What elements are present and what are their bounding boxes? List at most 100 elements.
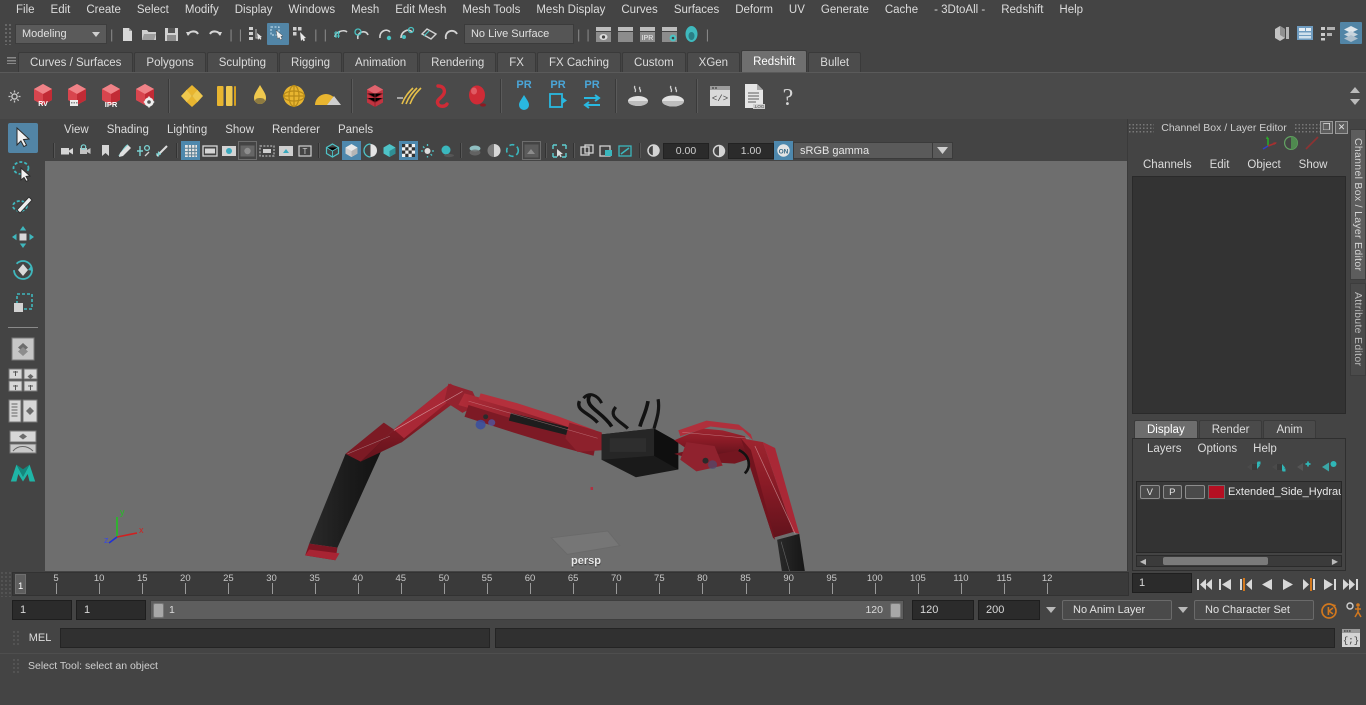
two-sided-lighting-icon[interactable] [134, 141, 153, 160]
anim-layer-field[interactable]: No Anim Layer [1062, 600, 1172, 620]
shelf-button-redshift-pr-convert[interactable]: PR [575, 76, 609, 116]
duplicate-view-icon[interactable] [578, 141, 597, 160]
play-backwards-icon[interactable] [1258, 574, 1276, 594]
shelf-button-redshift-sphere[interactable] [460, 76, 494, 116]
auto-keyframe-icon[interactable] [1318, 599, 1340, 621]
viewport-menu-renderer[interactable]: Renderer [263, 124, 329, 136]
channel-box-menu-show[interactable]: Show [1290, 159, 1337, 171]
show-hide-modeling-toolkit-icon[interactable] [1271, 22, 1293, 44]
range-start-handle[interactable] [153, 603, 164, 618]
snap-to-view-plane-icon[interactable] [418, 23, 440, 45]
shelf-tab-animation[interactable]: Animation [343, 52, 418, 72]
shelf-button-redshift-pr-light[interactable]: PR [507, 76, 541, 116]
command-line-grip[interactable] [12, 630, 20, 646]
shelf-tab-redshift[interactable]: Redshift [741, 50, 807, 72]
lasso-select-tool[interactable] [8, 156, 38, 186]
render-settings-icon[interactable] [659, 23, 681, 45]
layout-single-perspective[interactable] [8, 335, 38, 363]
new-layer-icon[interactable] [1296, 460, 1312, 478]
hypershade-icon[interactable] [681, 23, 703, 45]
time-slider[interactable]: 1 51015202530354045505560657075808590951… [12, 572, 1129, 596]
layer-row[interactable]: V P Extended_Side_Hydrau [1137, 482, 1341, 500]
move-layer-down-icon[interactable] [1271, 460, 1287, 478]
shelf-tab-rigging[interactable]: Rigging [279, 52, 342, 72]
step-forward-frame-icon[interactable] [1300, 574, 1318, 594]
new-scene-icon[interactable] [116, 23, 138, 45]
shelf-options-gear-icon[interactable] [2, 90, 26, 103]
save-scene-icon[interactable] [160, 23, 182, 45]
wireframe-icon[interactable] [323, 141, 342, 160]
current-frame-field[interactable]: 1 [1132, 573, 1192, 593]
layer-visibility-toggle[interactable]: V [1140, 485, 1160, 499]
playback-start-time-field[interactable]: 1 [76, 600, 146, 620]
layout-four-view[interactable] [8, 366, 38, 394]
tab-channel-box-layer-editor[interactable]: Channel Box / Layer Editor [1350, 129, 1366, 280]
menu-uv[interactable]: UV [781, 0, 813, 20]
shelf-button-redshift-environment[interactable] [311, 76, 345, 116]
script-editor-icon[interactable]: {;} [1340, 627, 1362, 649]
shelf-tab-fx-caching[interactable]: FX Caching [537, 52, 621, 72]
shelf-button-redshift-incandescent[interactable] [243, 76, 277, 116]
gamma-icon[interactable] [709, 141, 728, 160]
shelf-button-redshift-pr-portal[interactable]: PR [541, 76, 575, 116]
undo-icon[interactable] [182, 23, 204, 45]
shadows-toggle-icon[interactable] [437, 141, 456, 160]
shelf-button-redshift-render-view[interactable]: RV [26, 76, 60, 116]
shelf-button-redshift-log[interactable]: .LOG [737, 76, 771, 116]
shelf-scroll-arrows[interactable] [1348, 87, 1366, 105]
menu-curves[interactable]: Curves [613, 0, 665, 20]
viewport-menu-shading[interactable]: Shading [98, 124, 158, 136]
menu-mesh-display[interactable]: Mesh Display [528, 0, 613, 20]
menu-set-selector[interactable]: Modeling [15, 24, 107, 44]
shelf-button-redshift-render-settings[interactable] [128, 76, 162, 116]
menu-edit-mesh[interactable]: Edit Mesh [387, 0, 454, 20]
snap-to-grid-icon[interactable] [330, 23, 352, 45]
shelf-button-redshift-bake-2[interactable] [656, 76, 690, 116]
shelf-button-redshift-material[interactable] [175, 76, 209, 116]
menu-create[interactable]: Create [78, 0, 129, 20]
select-by-object-icon[interactable] [267, 23, 289, 45]
shelf-tab-custom[interactable]: Custom [622, 52, 686, 72]
xray-joints-icon[interactable] [484, 141, 503, 160]
time-slider-grip[interactable] [0, 571, 12, 597]
exposure-field[interactable]: 0.00 [663, 143, 709, 159]
menu-windows[interactable]: Windows [280, 0, 343, 20]
viewport-menu-show[interactable]: Show [216, 124, 263, 136]
select-camera-icon[interactable] [58, 141, 77, 160]
menu-mesh-tools[interactable]: Mesh Tools [454, 0, 528, 20]
move-layer-up-icon[interactable] [1246, 460, 1262, 478]
image-plane-icon[interactable] [115, 141, 134, 160]
current-time-indicator[interactable]: 1 [15, 574, 26, 594]
menu-file[interactable]: File [8, 0, 43, 20]
shelf-button-redshift-sprite[interactable] [277, 76, 311, 116]
sphere-shaded-icon[interactable] [1283, 135, 1299, 156]
character-set-dropdown-icon[interactable] [1176, 607, 1190, 613]
move-tool[interactable] [8, 222, 38, 252]
play-forwards-icon[interactable] [1279, 574, 1297, 594]
scroll-left-icon[interactable]: ◀ [1137, 557, 1149, 566]
shelf-tab-bullet[interactable]: Bullet [808, 52, 861, 72]
shelf-button-redshift-material-blender[interactable] [209, 76, 243, 116]
step-back-frame-icon[interactable] [1237, 574, 1255, 594]
layer-editor-tab-display[interactable]: Display [1134, 420, 1198, 438]
shadows-icon[interactable] [153, 141, 172, 160]
layout-persp-graph[interactable] [8, 428, 38, 456]
safe-title-icon[interactable]: T [295, 141, 314, 160]
layer-editor-tab-anim[interactable]: Anim [1263, 420, 1315, 438]
menu-redshift[interactable]: Redshift [993, 0, 1051, 20]
help-line-grip[interactable] [12, 658, 20, 674]
layer-menu-layers[interactable]: Layers [1141, 443, 1188, 455]
lighting-icon[interactable] [418, 141, 437, 160]
render-region-icon[interactable] [615, 23, 637, 45]
menu-cache[interactable]: Cache [877, 0, 926, 20]
snap-to-projected-center-icon[interactable] [396, 23, 418, 45]
layer-menu-options[interactable]: Options [1192, 443, 1244, 455]
shelf-button-redshift-hair[interactable] [392, 76, 426, 116]
shelf-button-redshift-bake-1[interactable] [622, 76, 656, 116]
smooth-preview-icon[interactable] [522, 141, 541, 160]
shelf-tab-curves-surfaces[interactable]: Curves / Surfaces [18, 52, 133, 72]
snap-to-curve-icon[interactable] [352, 23, 374, 45]
command-input-field[interactable] [60, 628, 490, 648]
menu-help[interactable]: Help [1051, 0, 1091, 20]
viewport-menu-lighting[interactable]: Lighting [158, 124, 216, 136]
